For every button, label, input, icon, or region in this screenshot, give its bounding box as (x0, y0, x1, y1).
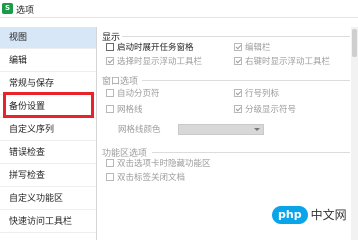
checkbox[interactable] (106, 173, 114, 181)
sidebar-item-spell-check[interactable]: 拼写检查 (0, 165, 96, 187)
option-float-toolbar-on-select[interactable]: 选择时显示浮动工具栏 (106, 56, 202, 68)
option-row-column-headers[interactable]: 行号列标 (234, 88, 279, 100)
option-double-click-tab-hide-ribbon[interactable]: 双击选项卡时隐藏功能区 (106, 158, 211, 170)
checkbox[interactable] (106, 159, 114, 167)
sidebar-item-edit[interactable]: 编辑 (0, 50, 96, 72)
vertical-scrollbar[interactable] (351, 27, 358, 240)
checkbox[interactable] (234, 105, 242, 113)
checkbox[interactable] (106, 105, 114, 113)
sidebar-item-quick-access-toolbar[interactable]: 快速访问工具栏 (0, 211, 96, 233)
section-title-window-options: 窗口选项 (102, 77, 139, 87)
checkbox[interactable] (106, 57, 114, 65)
section-divider (152, 152, 350, 153)
sidebar-item-custom-ribbon[interactable]: 自定义功能区 (0, 188, 96, 210)
title-bar: S 选项 (0, 0, 358, 18)
watermark: php 中文网 (272, 204, 347, 226)
option-auto-page-break[interactable]: 自动分页符 (106, 88, 160, 100)
options-sidebar: 视图 编辑 常规与保存 备份设置 自定义序列 错误检查 拼写检查 自定义功能区 … (0, 27, 97, 240)
option-formula-bar[interactable]: 编辑栏 (234, 42, 271, 54)
option-outline-symbols[interactable]: 分级显示符号 (234, 104, 296, 116)
sidebar-item-error-check[interactable]: 错误检查 (0, 142, 96, 164)
checkbox[interactable] (106, 89, 114, 97)
option-double-click-tab-close-doc[interactable]: 双击标签关闭文档 (106, 172, 185, 184)
php-logo: php (272, 206, 308, 224)
sidebar-item-custom-list[interactable]: 自定义序列 (0, 119, 96, 141)
highlight-annotation-box (3, 92, 94, 118)
window-title: 选项 (16, 6, 35, 16)
watermark-text: 中文网 (310, 208, 347, 222)
checkbox[interactable] (106, 43, 114, 51)
sidebar-item-view[interactable]: 视图 (0, 27, 96, 49)
scrollbar-thumb[interactable] (352, 29, 357, 57)
section-divider (122, 36, 350, 37)
checkbox[interactable] (234, 43, 242, 51)
option-float-toolbar-on-right-click[interactable]: 右键时显示浮动工具栏 (234, 56, 330, 68)
gridline-color-select[interactable] (178, 124, 264, 135)
checkbox[interactable] (234, 89, 242, 97)
option-expand-task-pane[interactable]: 启动时展开任务窗格 (106, 42, 194, 54)
option-gridlines[interactable]: 网格线 (106, 104, 143, 116)
section-divider (142, 80, 350, 81)
chevron-down-icon (254, 128, 260, 131)
gridline-color-label: 网格线颜色 (118, 125, 161, 135)
checkbox[interactable] (234, 57, 242, 65)
wps-spreadsheet-icon: S (2, 3, 13, 14)
